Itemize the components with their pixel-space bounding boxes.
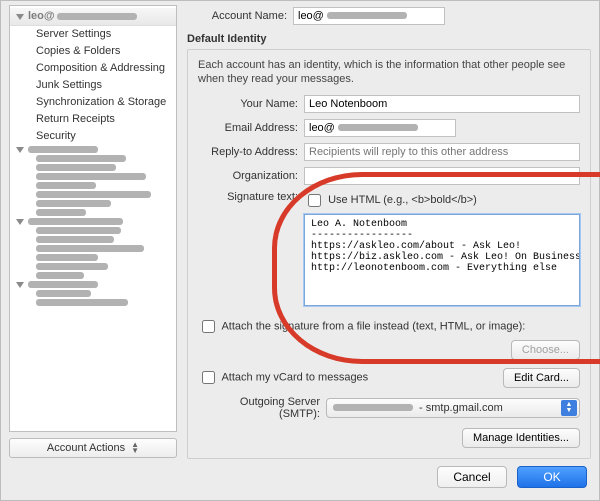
- account-name-label: Account Name:: [187, 10, 293, 22]
- reply-to-label: Reply-to Address:: [198, 146, 304, 158]
- blurred-item: [10, 298, 176, 307]
- choose-button[interactable]: Choose...: [511, 340, 580, 360]
- sidebar-item-label: Synchronization & Storage: [36, 95, 166, 110]
- blurred-account: [10, 217, 176, 226]
- sidebar-item-copies-folders[interactable]: Copies & Folders: [10, 43, 176, 60]
- attach-vcard-checkbox[interactable]: [202, 371, 215, 384]
- account-name-row: Account Name:: [187, 7, 591, 25]
- cancel-button[interactable]: Cancel: [437, 466, 507, 488]
- blurred-item: [10, 271, 176, 280]
- account-actions-label: Account Actions: [47, 442, 125, 454]
- blurred-item: [10, 262, 176, 271]
- chevron-down-icon: [16, 282, 24, 288]
- sidebar-item-label: Composition & Addressing: [36, 61, 165, 76]
- sidebar-item-label: Copies & Folders: [36, 44, 120, 59]
- blurred-item: [10, 181, 176, 190]
- blurred-item: [10, 199, 176, 208]
- blurred-item: [10, 208, 176, 217]
- use-html-checkbox[interactable]: [308, 194, 321, 207]
- blurred-text: [338, 124, 418, 131]
- sidebar-item-label: Security: [36, 129, 76, 144]
- blurred-item: [10, 190, 176, 199]
- blurred-item: [10, 244, 176, 253]
- account-settings-window: leo@ Server Settings Copies & Folders Co…: [0, 0, 600, 501]
- updown-icon: ▲▼: [561, 400, 577, 416]
- email-label: Email Address:: [198, 122, 304, 134]
- account-node-label: leo@: [28, 9, 55, 24]
- organization-label: Organization:: [198, 170, 304, 182]
- attach-vcard-row[interactable]: Attach my vCard to messages: [198, 368, 368, 387]
- signature-label: Signature text:: [198, 191, 304, 203]
- blurred-text: [28, 146, 98, 153]
- default-identity-title: Default Identity: [187, 33, 591, 45]
- identity-box: Each account has an identity, which is t…: [187, 49, 591, 459]
- sidebar-item-receipts[interactable]: Return Receipts: [10, 111, 176, 128]
- blurred-item: [10, 235, 176, 244]
- blurred-account: [10, 280, 176, 289]
- signature-textarea[interactable]: [304, 214, 580, 306]
- blurred-item: [10, 289, 176, 298]
- chevron-down-icon: [16, 147, 24, 153]
- smtp-select[interactable]: - smtp.gmail.com ▲▼: [326, 398, 580, 418]
- sidebar-item-label: Return Receipts: [36, 112, 115, 127]
- blurred-text: [57, 13, 137, 20]
- use-html-label: Use HTML (e.g., <b>bold</b>): [328, 194, 477, 206]
- dialog-footer: Cancel OK: [437, 466, 587, 488]
- smtp-value: - smtp.gmail.com: [419, 402, 503, 414]
- blurred-item: [10, 226, 176, 235]
- attach-sig-file-checkbox[interactable]: [202, 320, 215, 333]
- chevron-down-icon: [16, 219, 24, 225]
- your-name-input[interactable]: [304, 95, 580, 113]
- ok-button[interactable]: OK: [517, 466, 587, 488]
- sidebar-item-junk[interactable]: Junk Settings: [10, 77, 176, 94]
- use-html-row[interactable]: Use HTML (e.g., <b>bold</b>): [304, 194, 477, 206]
- account-tree[interactable]: leo@ Server Settings Copies & Folders Co…: [9, 5, 177, 432]
- reply-to-input[interactable]: [304, 143, 580, 161]
- sidebar-item-sync[interactable]: Synchronization & Storage: [10, 94, 176, 111]
- updown-icon: ▲▼: [131, 442, 139, 454]
- account-node[interactable]: leo@: [10, 8, 176, 26]
- manage-identities-button[interactable]: Manage Identities...: [462, 428, 580, 448]
- blurred-item: [10, 154, 176, 163]
- blurred-text: [333, 404, 413, 411]
- sidebar-item-security[interactable]: Security: [10, 128, 176, 145]
- account-actions-dropdown[interactable]: Account Actions ▲▼: [9, 438, 177, 458]
- sidebar: leo@ Server Settings Copies & Folders Co…: [9, 5, 177, 458]
- main-panel: Account Name: Default Identity Each acco…: [187, 7, 591, 454]
- smtp-label: Outgoing Server (SMTP):: [198, 396, 326, 420]
- chevron-down-icon: [16, 14, 24, 20]
- attach-sig-file-row[interactable]: Attach the signature from a file instead…: [198, 317, 525, 336]
- identity-description: Each account has an identity, which is t…: [198, 58, 580, 87]
- edit-card-button[interactable]: Edit Card...: [503, 368, 580, 388]
- blurred-account: [10, 145, 176, 154]
- attach-sig-file-label: Attach the signature from a file instead…: [221, 320, 525, 332]
- organization-input[interactable]: [304, 167, 580, 185]
- sidebar-item-label: Server Settings: [36, 27, 111, 42]
- blurred-item: [10, 172, 176, 181]
- sidebar-item-server-settings[interactable]: Server Settings: [10, 26, 176, 43]
- blurred-item: [10, 253, 176, 262]
- sidebar-item-label: Junk Settings: [36, 78, 102, 93]
- blurred-text: [327, 12, 407, 19]
- attach-vcard-label: Attach my vCard to messages: [221, 372, 368, 384]
- sidebar-item-composition[interactable]: Composition & Addressing: [10, 60, 176, 77]
- blurred-item: [10, 163, 176, 172]
- your-name-label: Your Name:: [198, 98, 304, 110]
